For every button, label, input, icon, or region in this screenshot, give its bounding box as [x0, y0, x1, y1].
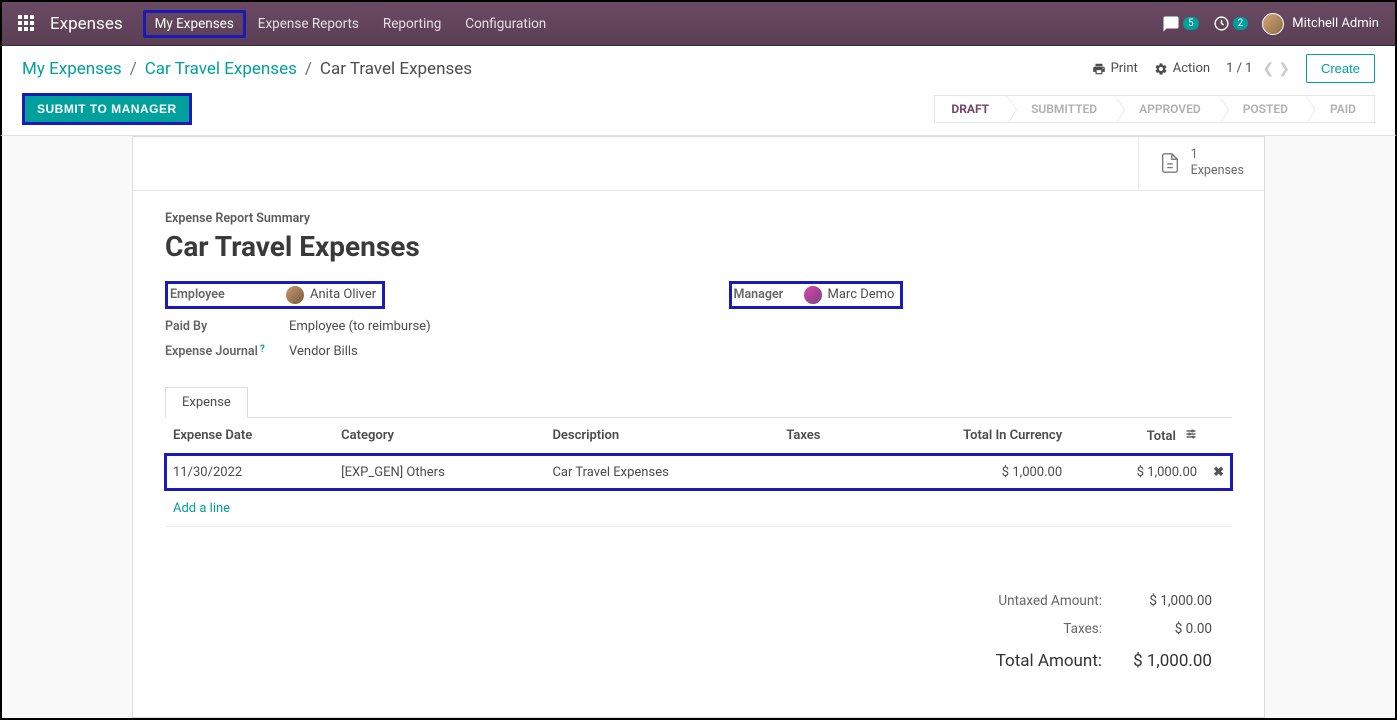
- activities-badge: 2: [1233, 17, 1249, 30]
- nav-reporting[interactable]: Reporting: [371, 10, 453, 38]
- status-draft[interactable]: DRAFT: [934, 95, 1007, 123]
- pager-next[interactable]: ❯: [1278, 61, 1290, 77]
- pager: 1 / 1 ❮ ❯: [1226, 61, 1290, 77]
- status-bar: SUBMIT TO MANAGER DRAFT SUBMITTED APPROV…: [0, 83, 1397, 136]
- th-date[interactable]: Expense Date: [165, 418, 333, 455]
- user-menu[interactable]: Mitchell Admin: [1262, 13, 1379, 35]
- breadcrumb-current: Car Travel Expenses: [320, 59, 472, 79]
- cell-total-currency: $ 1,000.00: [867, 454, 1070, 490]
- paidby-label: Paid By: [165, 319, 289, 334]
- expense-table: Expense Date Category Description Taxes …: [165, 418, 1232, 527]
- user-avatar: [1262, 13, 1284, 35]
- journal-value[interactable]: Vendor Bills: [289, 344, 358, 359]
- cell-description: Car Travel Expenses: [544, 454, 778, 490]
- breadcrumb-sep: /: [305, 59, 312, 79]
- breadcrumb: My Expenses / Car Travel Expenses / Car …: [22, 59, 472, 79]
- journal-label: Expense Journal?: [165, 344, 289, 359]
- status-flow: DRAFT SUBMITTED APPROVED POSTED PAID: [934, 95, 1375, 123]
- total-label: Total Amount:: [984, 643, 1114, 677]
- control-bar: My Expenses / Car Travel Expenses / Car …: [0, 46, 1397, 83]
- top-navbar: Expenses My Expenses Expense Reports Rep…: [0, 0, 1397, 46]
- add-line-link[interactable]: Add a line: [173, 501, 230, 516]
- print-button[interactable]: Print: [1092, 61, 1138, 76]
- apps-grid-icon[interactable]: [18, 15, 36, 33]
- activities-icon[interactable]: 2: [1213, 15, 1249, 32]
- create-button[interactable]: Create: [1306, 54, 1375, 83]
- expenses-stat-button[interactable]: 1 Expenses: [1138, 137, 1264, 190]
- report-title: Car Travel Expenses: [165, 230, 1232, 263]
- status-posted[interactable]: POSTED: [1219, 95, 1306, 123]
- breadcrumb-my-expenses[interactable]: My Expenses: [22, 59, 122, 79]
- cell-taxes: [778, 454, 867, 490]
- th-taxes[interactable]: Taxes: [778, 418, 867, 455]
- help-icon[interactable]: ?: [260, 344, 265, 355]
- employee-avatar: [286, 286, 304, 304]
- action-button[interactable]: Action: [1154, 61, 1210, 76]
- status-submitted[interactable]: SUBMITTED: [1007, 95, 1115, 123]
- manager-avatar: [804, 286, 822, 304]
- employee-value[interactable]: Anita Oliver: [310, 287, 376, 302]
- th-total[interactable]: Total: [1070, 418, 1205, 455]
- th-description[interactable]: Description: [544, 418, 778, 455]
- paidby-value: Employee (to reimburse): [289, 319, 431, 334]
- th-total-currency[interactable]: Total In Currency: [867, 418, 1070, 455]
- tab-expense[interactable]: Expense: [165, 387, 248, 418]
- table-row[interactable]: 11/30/2022 [EXP_GEN] Others Car Travel E…: [165, 454, 1232, 490]
- stat-button-box: 1 Expenses: [133, 137, 1264, 191]
- nav-configuration[interactable]: Configuration: [453, 10, 558, 38]
- pager-prev[interactable]: ❮: [1263, 61, 1275, 77]
- taxes-value: $ 0.00: [1114, 615, 1224, 643]
- action-label: Action: [1173, 61, 1210, 76]
- user-name: Mitchell Admin: [1292, 16, 1379, 31]
- total-value: $ 1,000.00: [1114, 643, 1224, 677]
- breadcrumb-sep: /: [130, 59, 137, 79]
- stat-count: 1: [1191, 147, 1244, 163]
- untaxed-label: Untaxed Amount:: [984, 587, 1114, 615]
- cell-category: [EXP_GEN] Others: [333, 454, 544, 490]
- employee-label: Employee: [170, 287, 286, 302]
- th-category[interactable]: Category: [333, 418, 544, 455]
- breadcrumb-car-travel[interactable]: Car Travel Expenses: [145, 59, 297, 79]
- manager-label: Manager: [734, 287, 804, 302]
- remove-row-icon[interactable]: ✖: [1213, 465, 1224, 480]
- nav-my-expenses[interactable]: My Expenses: [143, 10, 246, 38]
- submit-to-manager-button[interactable]: SUBMIT TO MANAGER: [22, 93, 192, 125]
- manager-value[interactable]: Marc Demo: [828, 287, 895, 302]
- cell-total: $ 1,000.00: [1070, 454, 1205, 490]
- summary-label: Expense Report Summary: [165, 211, 1232, 226]
- status-paid[interactable]: PAID: [1306, 95, 1375, 123]
- nav-expense-reports[interactable]: Expense Reports: [246, 10, 371, 38]
- tabs: Expense: [165, 387, 1232, 418]
- totals: Untaxed Amount: $ 1,000.00 Taxes: $ 0.00…: [165, 587, 1232, 697]
- main-content: 1 Expenses Expense Report Summary Car Tr…: [0, 136, 1397, 720]
- app-brand: Expenses: [50, 14, 123, 34]
- print-label: Print: [1111, 61, 1138, 76]
- messaging-badge: 5: [1183, 17, 1199, 30]
- form-sheet: 1 Expenses Expense Report Summary Car Tr…: [132, 136, 1265, 718]
- messaging-icon[interactable]: 5: [1162, 15, 1199, 33]
- column-options-icon[interactable]: [1185, 428, 1197, 440]
- pager-counter: 1 / 1: [1226, 61, 1252, 76]
- stat-label: Expenses: [1191, 163, 1244, 179]
- untaxed-value: $ 1,000.00: [1114, 587, 1224, 615]
- status-approved[interactable]: APPROVED: [1115, 95, 1219, 123]
- cell-date: 11/30/2022: [165, 454, 333, 490]
- document-icon: [1159, 150, 1181, 176]
- taxes-label: Taxes:: [984, 615, 1114, 643]
